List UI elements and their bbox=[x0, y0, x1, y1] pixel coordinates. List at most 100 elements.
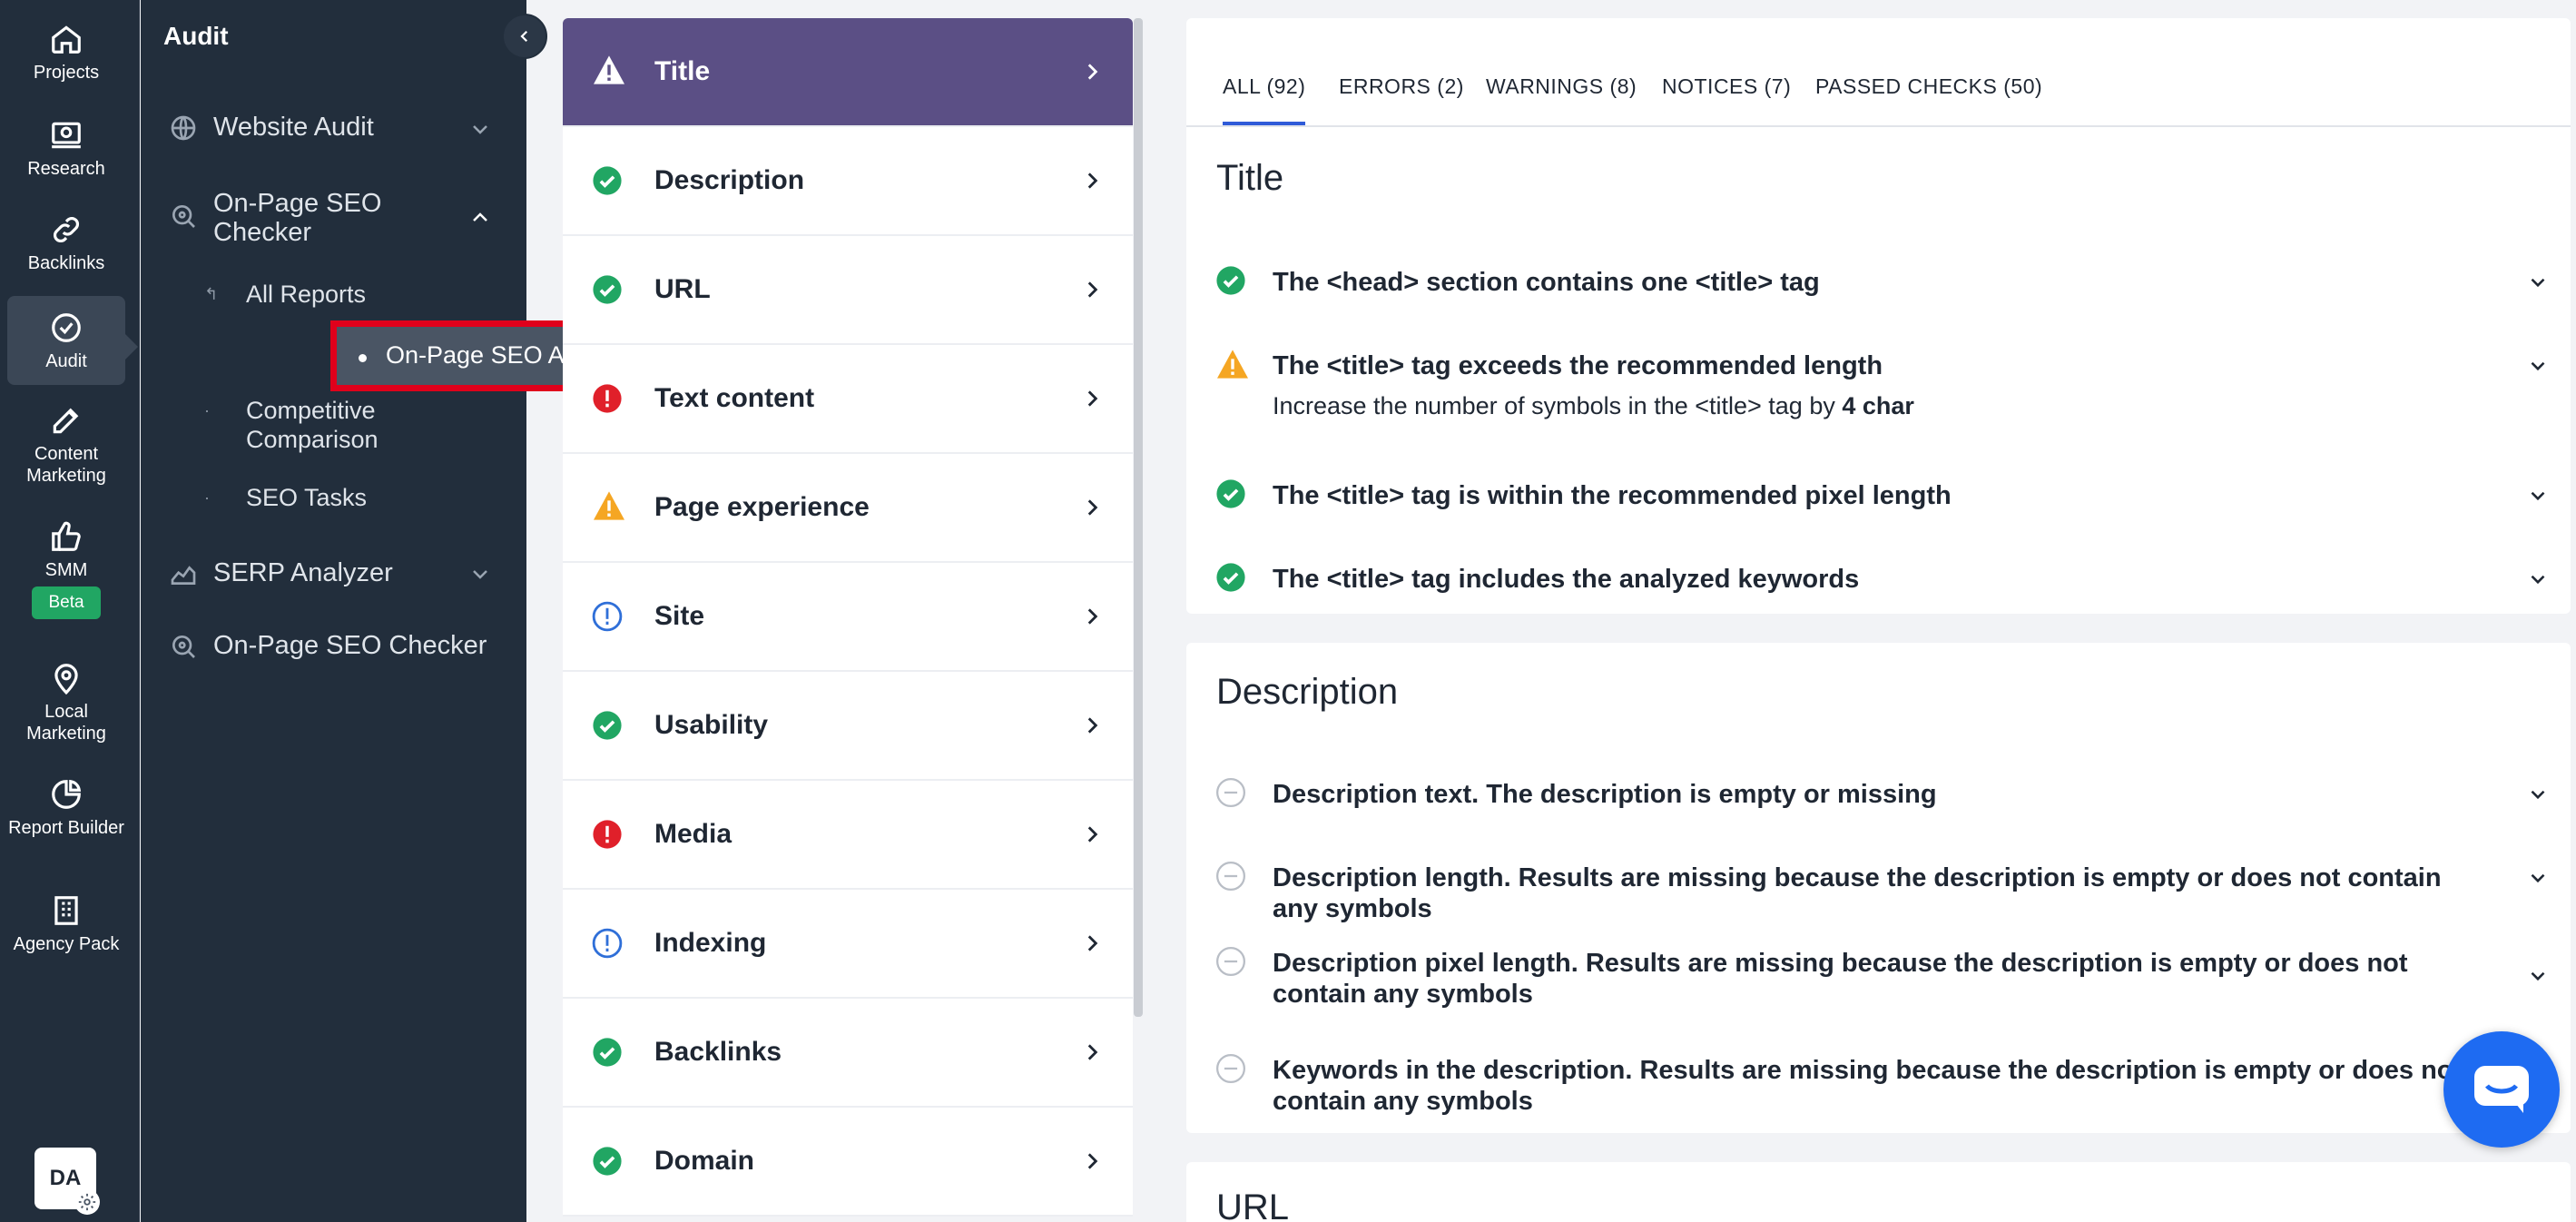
area-chart-icon bbox=[168, 559, 199, 588]
thumbs-up-icon bbox=[52, 521, 81, 551]
check-circle-icon bbox=[1215, 562, 1246, 597]
chevron-down-icon[interactable] bbox=[2526, 567, 2550, 596]
category-item-page-experience[interactable]: Page experience bbox=[563, 454, 1133, 563]
sidebar-item-label: SERP Analyzer bbox=[213, 558, 393, 587]
magnifier-icon bbox=[168, 632, 199, 661]
check-circle-icon bbox=[592, 274, 623, 310]
chevron-down-icon[interactable] bbox=[2526, 783, 2550, 811]
avatar-initials: DA bbox=[49, 1166, 82, 1190]
category-label: Text content bbox=[654, 383, 815, 413]
check-row[interactable]: The <title> tag exceeds the recommended … bbox=[1215, 349, 2550, 419]
chevron-right-icon bbox=[1080, 1149, 1104, 1178]
edit-icon bbox=[53, 408, 79, 434]
sidebar-item-onpage-checker-2[interactable]: On-Page SEO Checker bbox=[168, 631, 487, 661]
category-item-url[interactable]: URL bbox=[563, 236, 1133, 345]
rail-label: Agency Pack bbox=[13, 934, 120, 954]
icon-rail: Projects Research Backlinks Audit Conten… bbox=[0, 0, 140, 1222]
chevron-down-icon[interactable] bbox=[2526, 354, 2550, 382]
rail-label: SMM bbox=[44, 560, 88, 580]
check-row[interactable]: Description length. Results are missing … bbox=[1215, 861, 2550, 923]
warning-triangle-icon bbox=[592, 54, 626, 90]
minus-circle-icon bbox=[1215, 946, 1246, 981]
chevron-down-icon[interactable] bbox=[2526, 271, 2550, 299]
scrollbar[interactable] bbox=[1134, 18, 1143, 1017]
home-icon bbox=[52, 25, 81, 54]
category-label: Title bbox=[654, 56, 711, 86]
check-circle-icon bbox=[592, 1037, 623, 1072]
category-item-title[interactable]: Title bbox=[563, 18, 1133, 127]
tab-notices[interactable]: NOTICES (7) bbox=[1662, 74, 1791, 99]
rail-item-backlinks[interactable]: Backlinks bbox=[7, 212, 125, 274]
category-item-text-content[interactable]: Text content bbox=[563, 345, 1133, 454]
chevron-down-icon[interactable] bbox=[469, 563, 491, 585]
chevron-right-icon bbox=[1080, 714, 1104, 742]
chevron-down-icon[interactable] bbox=[2526, 866, 2550, 894]
chevron-right-icon bbox=[1080, 1040, 1104, 1069]
collapse-sidebar-button[interactable] bbox=[502, 14, 547, 59]
user-avatar[interactable]: DA bbox=[34, 1148, 100, 1215]
rail-item-local-marketing[interactable]: Local Marketing bbox=[7, 661, 125, 744]
bullet: · bbox=[204, 401, 210, 419]
gear-icon[interactable] bbox=[74, 1189, 100, 1215]
category-item-backlinks[interactable]: Backlinks bbox=[563, 999, 1133, 1108]
chevron-right-icon bbox=[1080, 278, 1104, 306]
check-circle-icon bbox=[52, 313, 81, 342]
info-circle-icon bbox=[592, 928, 623, 963]
category-label: Description bbox=[654, 165, 805, 195]
chevron-down-icon[interactable] bbox=[2526, 484, 2550, 512]
check-row[interactable]: The <title> tag is within the recommende… bbox=[1215, 478, 2550, 515]
chevron-down-icon[interactable] bbox=[2526, 964, 2550, 992]
tab-warnings[interactable]: WARNINGS (8) bbox=[1486, 74, 1637, 99]
sidebar-item-website-audit[interactable]: Website Audit bbox=[168, 113, 374, 143]
section-sidebar: Audit Website Audit On-Page SEO Checker … bbox=[141, 0, 661, 1222]
sidebar-item-serp-analyzer[interactable]: SERP Analyzer bbox=[168, 558, 393, 588]
chevron-right-icon bbox=[1080, 387, 1104, 415]
sidebar-item-label: Website Audit bbox=[213, 113, 374, 142]
rail-item-content-marketing[interactable]: Content Marketing bbox=[7, 403, 125, 487]
rail-item-projects[interactable]: Projects bbox=[7, 22, 125, 84]
section-title: Description bbox=[1216, 672, 1399, 712]
rail-label: Content Marketing bbox=[26, 444, 106, 486]
category-item-site[interactable]: Site bbox=[563, 563, 1133, 672]
results-card-description: Description Description text. The descri… bbox=[1186, 643, 2571, 1133]
category-item-usability[interactable]: Usability bbox=[563, 672, 1133, 781]
sidebar-subitem-seo-tasks[interactable]: · SEO Tasks bbox=[204, 483, 477, 516]
category-item-description[interactable]: Description bbox=[563, 127, 1133, 236]
rail-item-smm[interactable]: SMM Beta bbox=[7, 519, 125, 619]
check-row[interactable]: The <title> tag includes the analyzed ke… bbox=[1215, 562, 2550, 598]
chevron-down-icon[interactable] bbox=[469, 118, 491, 140]
check-row[interactable]: Description text. The description is emp… bbox=[1215, 777, 2550, 813]
chevron-up-icon[interactable] bbox=[469, 207, 491, 229]
section-title: Title bbox=[1216, 158, 1284, 198]
check-row[interactable]: Keywords in the description. Results are… bbox=[1215, 1053, 2550, 1116]
rail-item-research[interactable]: Research bbox=[7, 118, 125, 180]
check-row[interactable]: The <head> section contains one <title> … bbox=[1215, 265, 2550, 301]
tab-all[interactable]: ALL (92) bbox=[1223, 74, 1306, 125]
check-row[interactable]: Description pixel length. Results are mi… bbox=[1215, 946, 2550, 1009]
check-text: The <title> tag includes the analyzed ke… bbox=[1273, 565, 1860, 594]
rail-item-report-builder[interactable]: Report Builder bbox=[7, 777, 125, 839]
category-item-domain[interactable]: Domain bbox=[563, 1108, 1133, 1217]
rail-item-audit[interactable]: Audit bbox=[7, 296, 138, 385]
category-item-media[interactable]: Media bbox=[563, 781, 1133, 890]
chat-button[interactable] bbox=[2443, 1031, 2560, 1148]
rail-label: Backlinks bbox=[27, 253, 105, 273]
rail-label: Local Marketing bbox=[26, 702, 106, 744]
tab-passed-checks[interactable]: PASSED CHECKS (50) bbox=[1815, 74, 2042, 99]
chevron-right-icon bbox=[1080, 931, 1104, 960]
check-text: Description length. Results are missing … bbox=[1273, 863, 2442, 923]
chevron-right-icon bbox=[1080, 605, 1104, 633]
rail-label: Report Builder bbox=[8, 818, 124, 838]
research-icon bbox=[52, 122, 81, 149]
sidebar-subitem-competitive-comparison[interactable]: · Competitive Comparison bbox=[204, 396, 477, 459]
check-circle-icon bbox=[1215, 478, 1246, 514]
tab-errors[interactable]: ERRORS (2) bbox=[1339, 74, 1464, 99]
category-label: Usability bbox=[654, 710, 769, 740]
sidebar-subitem-all-reports[interactable]: ↰ All Reports bbox=[204, 280, 477, 312]
rail-item-agency-pack[interactable]: Agency Pack bbox=[7, 893, 125, 955]
check-circle-icon bbox=[592, 165, 623, 201]
category-item-indexing[interactable]: Indexing bbox=[563, 890, 1133, 999]
check-text: Description text. The description is emp… bbox=[1273, 780, 1937, 809]
sidebar-item-onpage-checker[interactable]: On-Page SEO Checker bbox=[168, 189, 395, 247]
building-icon bbox=[54, 896, 78, 925]
